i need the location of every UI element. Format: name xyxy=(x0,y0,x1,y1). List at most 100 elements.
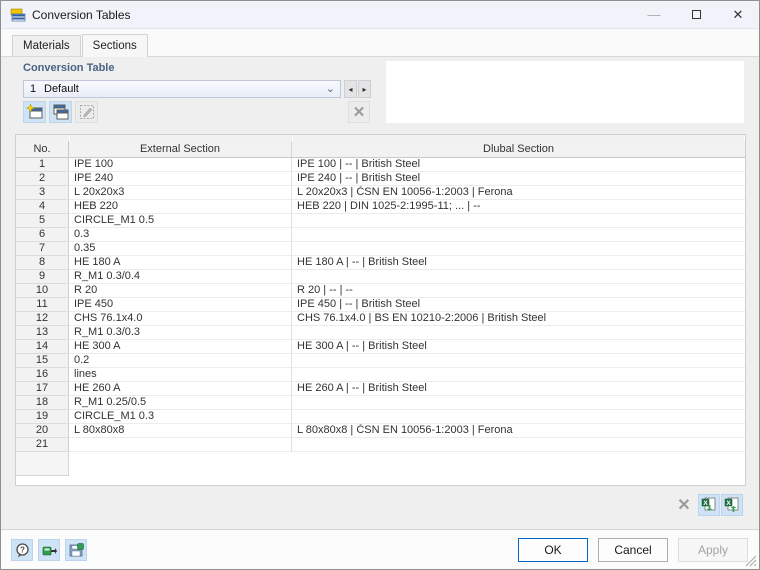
dlubal-section-cell[interactable] xyxy=(292,228,745,242)
external-section-cell[interactable]: IPE 450 xyxy=(69,298,292,312)
row-number-cell[interactable]: 13 xyxy=(16,326,69,340)
external-section-cell[interactable]: CIRCLE_M1 0.5 xyxy=(69,214,292,228)
external-section-cell[interactable]: 0.2 xyxy=(69,354,292,368)
row-number-cell[interactable]: 17 xyxy=(16,382,69,396)
external-section-cell[interactable]: 0.3 xyxy=(69,228,292,242)
external-section-cell[interactable] xyxy=(69,438,292,452)
delete-rows-button[interactable]: ✕ xyxy=(673,494,695,516)
row-number-cell[interactable]: 9 xyxy=(16,270,69,284)
dlubal-section-cell[interactable]: HE 300 A | -- | British Steel xyxy=(292,340,745,354)
dlubal-section-cell[interactable]: HE 260 A | -- | British Steel xyxy=(292,382,745,396)
dlubal-section-cell[interactable] xyxy=(292,368,745,382)
ok-button[interactable]: OK xyxy=(518,538,588,562)
rename-conversion-table-button[interactable] xyxy=(75,101,98,123)
external-section-cell[interactable]: R_M1 0.3/0.4 xyxy=(69,270,292,284)
tab-materials[interactable]: Materials xyxy=(12,35,81,57)
delete-conversion-table-button[interactable]: ✕ xyxy=(348,101,370,123)
row-number-cell[interactable]: 1 xyxy=(16,158,69,172)
external-section-cell[interactable]: HEB 220 xyxy=(69,200,292,214)
minimize-button[interactable]: — xyxy=(633,1,675,28)
title-bar: Conversion Tables — ✕ xyxy=(1,1,759,29)
row-number-cell[interactable]: 11 xyxy=(16,298,69,312)
dlubal-section-cell[interactable] xyxy=(292,214,745,228)
row-number-cell[interactable]: 8 xyxy=(16,256,69,270)
new-conversion-table-button[interactable] xyxy=(23,101,46,123)
dlubal-section-cell[interactable] xyxy=(292,326,745,340)
help-button[interactable]: ? xyxy=(11,539,33,561)
row-number-cell[interactable]: 4 xyxy=(16,200,69,214)
external-section-cell[interactable]: HE 180 A xyxy=(69,256,292,270)
dlubal-section-cell[interactable] xyxy=(292,396,745,410)
external-section-cell[interactable]: L 80x80x8 xyxy=(69,424,292,438)
table-row: 13 R_M1 0.3/0.3 xyxy=(16,326,745,340)
row-number-cell[interactable]: 6 xyxy=(16,228,69,242)
table-row: 15 0.2 xyxy=(16,354,745,368)
dlubal-section-cell[interactable] xyxy=(292,410,745,424)
external-section-cell[interactable]: HE 260 A xyxy=(69,382,292,396)
section-preview-panel xyxy=(386,61,744,123)
row-number-cell[interactable]: 19 xyxy=(16,410,69,424)
conversion-table-select[interactable]: 1 Default ⌄ xyxy=(23,80,341,98)
dlubal-section-cell[interactable]: IPE 240 | -- | British Steel xyxy=(292,172,745,186)
external-section-cell[interactable]: L 20x20x3 xyxy=(69,186,292,200)
edit-pencil-icon xyxy=(79,104,95,120)
row-number-cell[interactable]: 12 xyxy=(16,312,69,326)
conversion-table-group-title: Conversion Table xyxy=(23,62,114,74)
dlubal-section-cell[interactable]: CHS 76.1x4.0 | BS EN 10210-2:2006 | Brit… xyxy=(292,312,745,326)
dlubal-section-cell[interactable]: R 20 | -- | -- xyxy=(292,284,745,298)
dlubal-section-cell[interactable] xyxy=(292,354,745,368)
external-section-cell[interactable]: R_M1 0.25/0.5 xyxy=(69,396,292,410)
external-section-cell[interactable]: lines xyxy=(69,368,292,382)
dlubal-section-cell[interactable]: L 20x20x3 | ČSN EN 10056-1:2003 | Ferona xyxy=(292,186,745,200)
external-section-cell[interactable]: IPE 100 xyxy=(69,158,292,172)
copy-conversion-table-button[interactable] xyxy=(49,101,72,123)
table-row: 21 xyxy=(16,438,745,452)
row-number-cell[interactable]: 7 xyxy=(16,242,69,256)
excel-export-icon: X xyxy=(701,497,717,513)
row-number-cell[interactable]: 21 xyxy=(16,438,69,452)
dlubal-section-cell[interactable] xyxy=(292,270,745,284)
copy-table-icon xyxy=(53,104,69,120)
maximize-button[interactable] xyxy=(675,1,717,28)
row-number-cell[interactable]: 15 xyxy=(16,354,69,368)
close-button[interactable]: ✕ xyxy=(717,1,759,28)
save-as-default-button[interactable] xyxy=(65,539,87,561)
external-section-cell[interactable]: CHS 76.1x4.0 xyxy=(69,312,292,326)
row-number-cell[interactable]: 14 xyxy=(16,340,69,354)
import-from-excel-button[interactable]: X xyxy=(721,494,743,516)
next-table-button[interactable]: ▸ xyxy=(358,80,371,98)
dlubal-section-cell[interactable] xyxy=(292,242,745,256)
apply-button[interactable]: Apply xyxy=(678,538,748,562)
transfer-settings-button[interactable] xyxy=(38,539,60,561)
row-number-cell[interactable]: 18 xyxy=(16,396,69,410)
save-icon xyxy=(69,543,84,558)
external-section-cell[interactable]: 0.35 xyxy=(69,242,292,256)
tab-sections[interactable]: Sections xyxy=(82,34,148,57)
table-row: 3 L 20x20x3 L 20x20x3 | ČSN EN 10056-1:2… xyxy=(16,186,745,200)
row-number-cell[interactable]: 20 xyxy=(16,424,69,438)
external-section-cell[interactable]: HE 300 A xyxy=(69,340,292,354)
dlubal-section-cell[interactable]: IPE 450 | -- | British Steel xyxy=(292,298,745,312)
external-section-cell[interactable]: IPE 240 xyxy=(69,172,292,186)
dlubal-section-cell[interactable]: L 80x80x8 | ČSN EN 10056-1:2003 | Ferona xyxy=(292,424,745,438)
row-number-cell[interactable]: 2 xyxy=(16,172,69,186)
row-number-cell[interactable]: 5 xyxy=(16,214,69,228)
export-to-excel-button[interactable]: X xyxy=(698,494,720,516)
dlubal-section-cell[interactable]: HEB 220 | DIN 1025-2:1995-11; ... | -- xyxy=(292,200,745,214)
external-section-cell[interactable]: CIRCLE_M1 0.3 xyxy=(69,410,292,424)
dlubal-section-cell[interactable]: HE 180 A | -- | British Steel xyxy=(292,256,745,270)
row-number-cell[interactable]: 3 xyxy=(16,186,69,200)
external-section-cell[interactable]: R_M1 0.3/0.3 xyxy=(69,326,292,340)
external-section-cell[interactable]: R 20 xyxy=(69,284,292,298)
table-row: 12 CHS 76.1x4.0 CHS 76.1x4.0 | BS EN 102… xyxy=(16,312,745,326)
resize-grip[interactable] xyxy=(745,555,757,567)
dlubal-section-cell[interactable]: IPE 100 | -- | British Steel xyxy=(292,158,745,172)
dlubal-section-cell[interactable] xyxy=(292,438,745,452)
table-header-row: No. External Section Dlubal Section xyxy=(16,141,745,158)
cancel-button[interactable]: Cancel xyxy=(598,538,668,562)
previous-table-button[interactable]: ◂ xyxy=(344,80,357,98)
table-row: 7 0.35 xyxy=(16,242,745,256)
row-number-cell[interactable]: 10 xyxy=(16,284,69,298)
row-number-cell[interactable]: 16 xyxy=(16,368,69,382)
table-body: 1 IPE 100 IPE 100 | -- | British Steel 2… xyxy=(16,158,745,452)
